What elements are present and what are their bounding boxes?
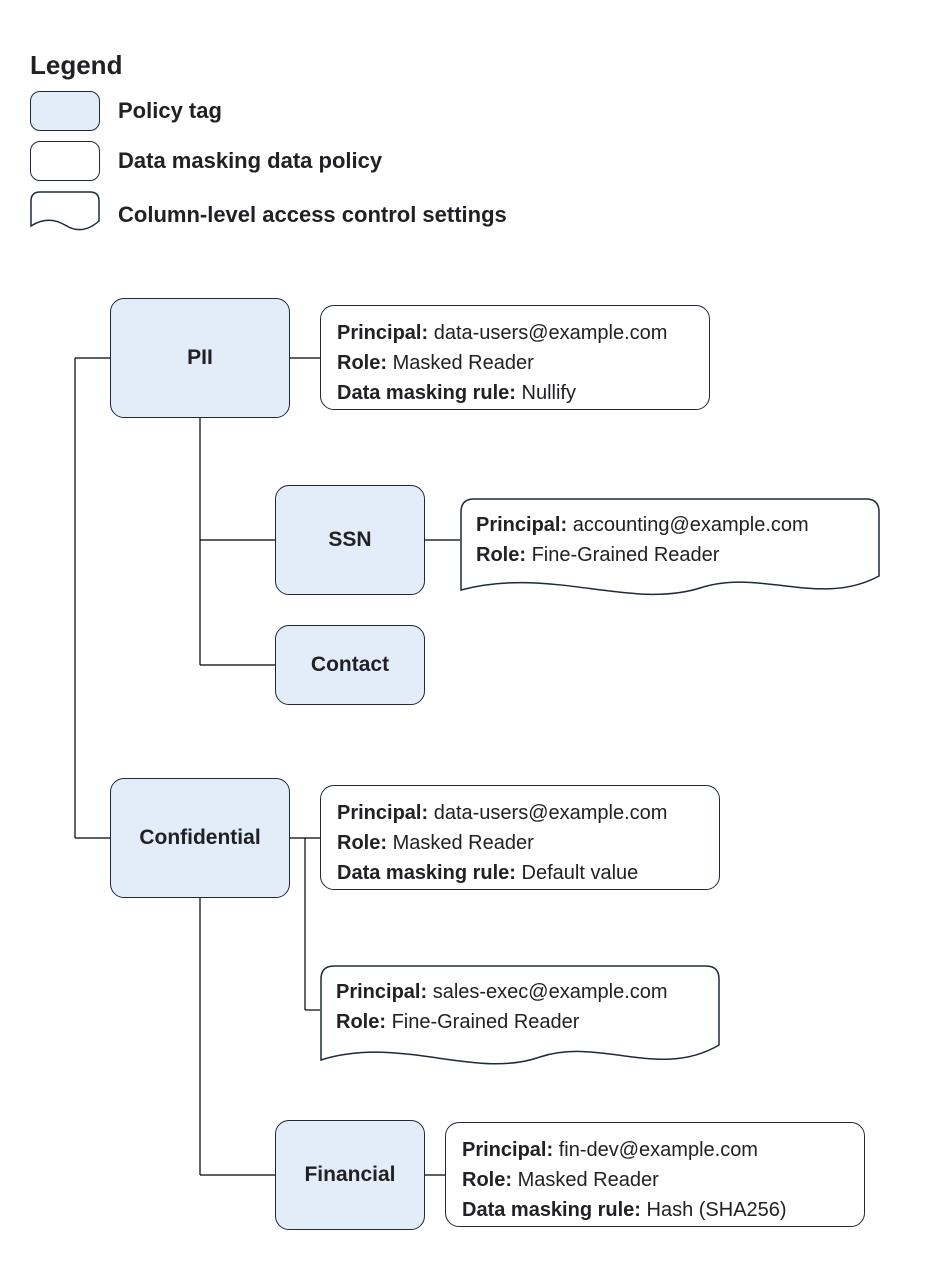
ssn-acl-role: Role: Fine-Grained Reader [476, 540, 864, 570]
swatch-acl [30, 191, 100, 239]
node-ssn-acl: Principal: accounting@example.com Role: … [460, 498, 880, 608]
confidential-policy-role: Role: Masked Reader [337, 828, 703, 858]
legend-title: Legend [30, 50, 507, 81]
confidential-policy-rule: Data masking rule: Default value [337, 858, 703, 888]
confidential-acl-principal: Principal: sales-exec@example.com [336, 977, 704, 1007]
financial-policy-rule: Data masking rule: Hash (SHA256) [462, 1195, 848, 1225]
legend-label-acl: Column-level access control settings [118, 202, 507, 228]
confidential-policy-principal: Principal: data-users@example.com [337, 798, 703, 828]
confidential-acl-role: Role: Fine-Grained Reader [336, 1007, 704, 1037]
legend: Legend Policy tag Data masking data poli… [30, 50, 507, 249]
node-confidential-policy: Principal: data-users@example.com Role: … [320, 785, 720, 890]
node-confidential-acl: Principal: sales-exec@example.com Role: … [320, 965, 720, 1080]
ssn-acl-principal: Principal: accounting@example.com [476, 510, 864, 540]
node-ssn-label: SSN [328, 528, 371, 552]
node-pii: PII [110, 298, 290, 418]
node-financial: Financial [275, 1120, 425, 1230]
pii-policy-role: Role: Masked Reader [337, 348, 693, 378]
node-pii-policy: Principal: data-users@example.com Role: … [320, 305, 710, 410]
pii-policy-principal: Principal: data-users@example.com [337, 318, 693, 348]
node-financial-label: Financial [304, 1163, 395, 1187]
legend-row-acl: Column-level access control settings [30, 191, 507, 239]
node-pii-label: PII [187, 346, 213, 370]
swatch-policy-tag [30, 91, 100, 131]
legend-row-data-policy: Data masking data policy [30, 141, 507, 181]
financial-policy-principal: Principal: fin-dev@example.com [462, 1135, 848, 1165]
node-confidential-label: Confidential [139, 826, 260, 850]
node-contact-label: Contact [311, 653, 389, 677]
node-ssn: SSN [275, 485, 425, 595]
swatch-data-policy [30, 141, 100, 181]
node-confidential: Confidential [110, 778, 290, 898]
financial-policy-role: Role: Masked Reader [462, 1165, 848, 1195]
node-financial-policy: Principal: fin-dev@example.com Role: Mas… [445, 1122, 865, 1227]
legend-label-policy-tag: Policy tag [118, 98, 222, 124]
diagram-canvas: Legend Policy tag Data masking data poli… [0, 0, 930, 1280]
pii-policy-rule: Data masking rule: Nullify [337, 378, 693, 408]
legend-label-data-policy: Data masking data policy [118, 148, 382, 174]
legend-row-policy-tag: Policy tag [30, 91, 507, 131]
node-contact: Contact [275, 625, 425, 705]
